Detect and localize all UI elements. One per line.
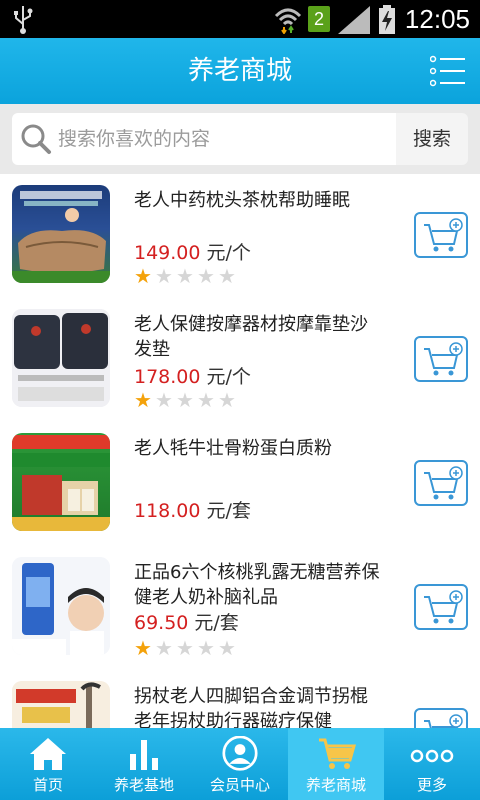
price-unit: 元/套 bbox=[194, 612, 239, 634]
star-empty-icon: ★ bbox=[155, 636, 173, 660]
add-to-cart-button[interactable] bbox=[414, 460, 468, 506]
star-empty-icon: ★ bbox=[155, 388, 173, 412]
search-button[interactable]: 搜索 bbox=[396, 113, 468, 165]
product-image-pillow bbox=[12, 185, 110, 283]
tab-home[interactable]: 首页 bbox=[0, 728, 96, 800]
product-name[interactable]: 拐杖老人四脚铝合金调节拐棍老年拐杖助行器磁疗保健 bbox=[134, 684, 384, 728]
tab-label: 更多 bbox=[416, 776, 447, 794]
cart-add-icon bbox=[424, 466, 463, 500]
star-filled-icon: ★ bbox=[134, 636, 152, 660]
page-title: 养老商城 bbox=[187, 56, 292, 86]
price-unit: 元/个 bbox=[206, 366, 251, 388]
tab-member[interactable]: 会员中心 bbox=[192, 728, 288, 800]
clock: 12:05 bbox=[404, 4, 470, 34]
wifi-icon bbox=[274, 8, 302, 34]
list-item[interactable]: 老人牦牛壮骨粉蛋白质粉 118.00 元/套 bbox=[0, 422, 480, 547]
tab-mall[interactable]: 养老商城 bbox=[288, 728, 384, 800]
signal-icon bbox=[338, 6, 370, 34]
product-price: 118.00 元/套 bbox=[134, 496, 251, 523]
list-item[interactable]: 老人中药枕头茶枕帮助睡眠 149.00 元/个 ★ ★ ★ ★ ★ bbox=[0, 174, 480, 299]
add-to-cart-button[interactable] bbox=[414, 584, 468, 630]
product-name[interactable]: 老人保健按摩器材按摩靠垫沙发垫 bbox=[134, 312, 384, 362]
tab-label: 养老商城 bbox=[305, 776, 366, 794]
tab-more[interactable]: 更多 bbox=[384, 728, 480, 800]
star-empty-icon: ★ bbox=[176, 388, 194, 412]
star-filled-icon: ★ bbox=[134, 388, 152, 412]
tab-base[interactable]: 养老基地 bbox=[96, 728, 192, 800]
tab-label: 养老基地 bbox=[113, 776, 174, 794]
product-image-massager bbox=[12, 309, 110, 407]
product-name[interactable]: 正品6六个核桃乳露无糖营养保健老人奶补脑礼品 bbox=[134, 560, 384, 610]
star-empty-icon: ★ bbox=[218, 388, 236, 412]
star-empty-icon: ★ bbox=[218, 636, 236, 660]
battery-charging-icon bbox=[379, 5, 395, 34]
more-icon bbox=[410, 749, 454, 763]
rating-stars: ★ ★ ★ ★ ★ bbox=[134, 266, 239, 286]
app-header: 养老商城 bbox=[0, 38, 480, 104]
status-bar: 2 12:05 bbox=[0, 0, 480, 38]
bar-chart-icon bbox=[130, 740, 158, 770]
product-list[interactable]: 老人中药枕头茶枕帮助睡眠 149.00 元/个 ★ ★ ★ ★ ★ 老人保健按摩… bbox=[0, 174, 480, 728]
product-image-powder bbox=[12, 433, 110, 531]
product-price: 178.00 元/个 bbox=[134, 362, 251, 389]
star-empty-icon: ★ bbox=[197, 636, 215, 660]
rating-stars: ★ ★ ★ ★ ★ bbox=[134, 638, 239, 658]
product-image-cane bbox=[12, 681, 110, 728]
cart-add-icon bbox=[424, 218, 463, 252]
star-empty-icon: ★ bbox=[197, 388, 215, 412]
star-empty-icon: ★ bbox=[155, 264, 173, 288]
sim-indicator: 2 bbox=[308, 6, 330, 32]
add-to-cart-button[interactable] bbox=[414, 708, 468, 728]
list-item[interactable]: 老人保健按摩器材按摩靠垫沙发垫 178.00 元/个 ★ ★ ★ ★ ★ bbox=[0, 298, 480, 423]
price-value: 69.50 bbox=[134, 612, 189, 634]
cart-add-icon bbox=[424, 590, 463, 624]
search-placeholder: 搜索你喜欢的内容 bbox=[58, 128, 211, 150]
rating-stars: ★ ★ ★ ★ ★ bbox=[134, 390, 239, 410]
menu-icon[interactable] bbox=[430, 54, 466, 88]
search-bar: 搜索你喜欢的内容 搜索 bbox=[0, 104, 480, 174]
product-image-walnut-drink bbox=[12, 557, 110, 655]
price-value: 118.00 bbox=[134, 500, 201, 522]
usb-icon bbox=[14, 6, 33, 34]
tab-label: 会员中心 bbox=[209, 776, 270, 794]
price-value: 149.00 bbox=[134, 242, 201, 264]
search-input[interactable]: 搜索你喜欢的内容 bbox=[12, 113, 396, 165]
price-unit: 元/套 bbox=[206, 500, 251, 522]
price-unit: 元/个 bbox=[206, 242, 251, 264]
star-empty-icon: ★ bbox=[176, 636, 194, 660]
home-icon bbox=[30, 738, 66, 770]
bottom-tab-bar: 首页 养老基地 会员中心 养老商城 更多 bbox=[0, 728, 480, 800]
star-empty-icon: ★ bbox=[176, 264, 194, 288]
cart-add-icon bbox=[424, 714, 463, 728]
star-empty-icon: ★ bbox=[218, 264, 236, 288]
cart-icon bbox=[319, 738, 356, 769]
add-to-cart-button[interactable] bbox=[414, 212, 468, 258]
cart-add-icon bbox=[424, 342, 463, 376]
list-item[interactable]: 拐杖老人四脚铝合金调节拐棍老年拐杖助行器磁疗保健 bbox=[0, 670, 480, 728]
list-item[interactable]: 正品6六个核桃乳露无糖营养保健老人奶补脑礼品 69.50 元/套 ★ ★ ★ ★ ★ bbox=[0, 546, 480, 671]
search-icon bbox=[21, 124, 51, 154]
add-to-cart-button[interactable] bbox=[414, 336, 468, 382]
star-empty-icon: ★ bbox=[197, 264, 215, 288]
product-price: 149.00 元/个 bbox=[134, 238, 251, 265]
product-name[interactable]: 老人牦牛壮骨粉蛋白质粉 bbox=[134, 436, 384, 461]
product-name[interactable]: 老人中药枕头茶枕帮助睡眠 bbox=[134, 188, 384, 213]
tab-label: 首页 bbox=[32, 776, 63, 794]
product-price: 69.50 元/套 bbox=[134, 608, 239, 635]
star-filled-icon: ★ bbox=[134, 264, 152, 288]
user-icon bbox=[222, 736, 258, 771]
price-value: 178.00 bbox=[134, 366, 201, 388]
